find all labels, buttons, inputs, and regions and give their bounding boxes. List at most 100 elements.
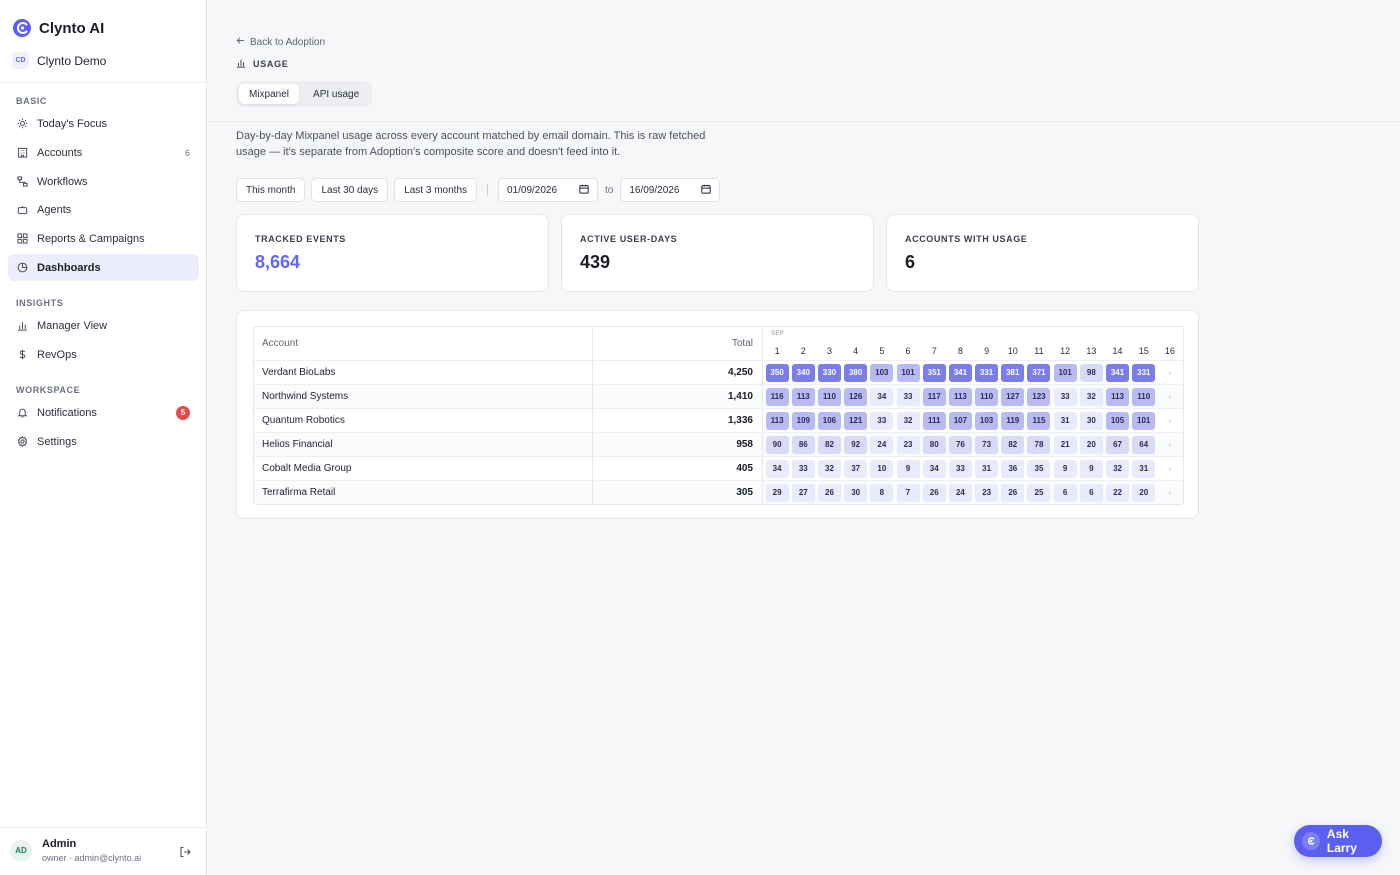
usage-chip: 30 [844, 483, 868, 502]
brand[interactable]: Clynto AI [12, 18, 104, 38]
table-row[interactable]: Cobalt Media Group 405 34 33 32 37 10 9 34 33 31 36… [254, 456, 1183, 480]
usage-chip: 330 [817, 363, 841, 382]
day-number: 1 [774, 346, 780, 356]
table-row[interactable]: Northwind Systems 1,410 116 113 110 126 34 33 11… [254, 384, 1183, 408]
end-date-input[interactable]: 16/09/2026 [620, 178, 721, 202]
brand-name: Clynto AI [39, 19, 105, 37]
account-total: 305 [593, 481, 763, 504]
day-number: 5 [879, 346, 885, 356]
day-cell: 330 [816, 361, 842, 384]
day-cell: 351 [921, 361, 947, 384]
table-row[interactable]: Verdant BioLabs 4,250 350 340 330 380 103 101 35… [254, 360, 1183, 384]
last-30-days-button[interactable]: Last 30 days [311, 178, 389, 202]
sidebar-divider [0, 827, 207, 828]
sidebar-item-settings[interactable]: Settings [8, 428, 199, 455]
usage-chip: 10 [870, 459, 894, 478]
usage-chip: 127 [1001, 387, 1025, 406]
usage-chip: 113 [1106, 387, 1130, 406]
sidebar-item-todays-focus[interactable]: Today's Focus [8, 110, 199, 137]
day-cell: 31 [974, 457, 1000, 480]
start-date-input[interactable]: 01/09/2026 [498, 178, 598, 202]
table-row[interactable]: Quantum Robotics 1,336 113 109 106 121 33 32 111… [254, 408, 1183, 432]
day-cell: 80 [921, 433, 947, 456]
day-cell: 26 [921, 481, 947, 504]
account-name[interactable]: Verdant BioLabs [254, 361, 594, 384]
day-number: 15 [1138, 346, 1149, 356]
usage-chip: 33 [791, 459, 815, 478]
account-name[interactable]: Northwind Systems [254, 385, 594, 408]
usage-chip: 350 [765, 363, 789, 382]
sidebar-item-manager-view[interactable]: Manager View [8, 312, 199, 339]
day-header: 15 [1131, 327, 1157, 360]
table-row[interactable]: Terrafirma Retail 305 29 27 26 30 8 7 26 24 23 26 25… [254, 480, 1183, 504]
day-number: 14 [1112, 346, 1123, 356]
workflow-icon [17, 176, 28, 187]
day-cell: 9 [1052, 457, 1078, 480]
user-profile[interactable]: AD Admin owner · admin@clynto.ai [10, 838, 141, 863]
account-name[interactable]: Quantum Robotics [254, 409, 594, 432]
last-3-months-button[interactable]: Last 3 months [394, 178, 477, 202]
day-cell: 9 [895, 457, 921, 480]
day-cell: 101 [1052, 361, 1078, 384]
account-total: 958 [593, 433, 763, 456]
usage-chip: 123 [1027, 387, 1051, 406]
sun-icon [17, 118, 28, 129]
org-switcher[interactable]: CD Clynto Demo [12, 52, 106, 69]
day-cell: 331 [974, 361, 1000, 384]
usage-chip: 105 [1106, 411, 1130, 430]
column-header-account[interactable]: Account [254, 327, 594, 360]
sidebar-item-notifications[interactable]: Notifications 5 [8, 399, 199, 426]
clynto-logo-icon [1302, 832, 1320, 850]
logout-icon[interactable] [179, 845, 193, 859]
day-cell: 111 [921, 409, 947, 432]
sidebar-item-workflows[interactable]: Workflows [8, 168, 199, 195]
day-cell: 10 [869, 457, 895, 480]
empty-usage-chip: - [1168, 440, 1172, 449]
account-total: 1,336 [593, 409, 763, 432]
day-cell: 105 [1104, 409, 1130, 432]
day-cell: 123 [1026, 385, 1052, 408]
day-number: 8 [957, 346, 963, 356]
back-to-adoption-link[interactable]: Back to Adoption [236, 36, 325, 48]
day-number: 10 [1007, 346, 1018, 356]
usage-chip: 6 [1079, 483, 1103, 502]
day-cell: 27 [790, 481, 816, 504]
tab-api-usage[interactable]: API usage [303, 84, 369, 104]
sidebar: Clynto AI CD Clynto Demo BASIC Today's F… [0, 0, 207, 875]
stat-card-tracked-events: TRACKED EVENTS 8,664 [236, 214, 549, 292]
table-row[interactable]: Helios Financial 958 90 86 82 92 24 23 80 76 73 82 7… [254, 432, 1183, 456]
day-cell: 117 [921, 385, 947, 408]
usage-chip: 82 [817, 435, 841, 454]
day-number: 13 [1086, 346, 1097, 356]
tab-mixpanel[interactable]: Mixpanel [239, 84, 300, 104]
day-header: 9 [974, 327, 1000, 360]
account-name[interactable]: Terrafirma Retail [254, 481, 594, 504]
ask-larry-button[interactable]: Ask Larry [1294, 825, 1382, 857]
sidebar-item-agents[interactable]: Agents [8, 196, 199, 223]
day-cell: 98 [1078, 361, 1104, 384]
this-month-button[interactable]: This month [236, 178, 306, 202]
day-cell: 33 [869, 409, 895, 432]
usage-table-card: Account Total SEP 1 2 3 4 5 6 7 8 9 10 11 12 13 14 15 16… [236, 310, 1199, 519]
column-header-total[interactable]: Total [593, 327, 763, 360]
usage-chip: 117 [922, 387, 946, 406]
usage-chip: 9 [1079, 459, 1103, 478]
sidebar-item-accounts[interactable]: Accounts 6 [8, 139, 199, 166]
sidebar-item-dashboards[interactable]: Dashboards [8, 254, 199, 281]
day-cell: 92 [843, 433, 869, 456]
day-cell: 34 [921, 457, 947, 480]
account-name[interactable]: Helios Financial [254, 433, 594, 456]
stat-value: 439 [580, 252, 611, 272]
day-cell: 113 [1104, 385, 1130, 408]
day-cell: 30 [843, 481, 869, 504]
usage-chip: 101 [1053, 363, 1077, 382]
sidebar-item-reports-campaigns[interactable]: Reports & Campaigns [8, 225, 199, 252]
day-header: 3 [816, 327, 842, 360]
day-cell: 64 [1131, 433, 1157, 456]
sidebar-item-label: Settings [37, 435, 77, 448]
account-name[interactable]: Cobalt Media Group [254, 457, 594, 480]
sidebar-item-revops[interactable]: RevOps [8, 341, 199, 368]
usage-chip: 31 [1132, 459, 1156, 478]
usage-chip: 82 [1001, 435, 1025, 454]
day-cell: 20 [1131, 481, 1157, 504]
